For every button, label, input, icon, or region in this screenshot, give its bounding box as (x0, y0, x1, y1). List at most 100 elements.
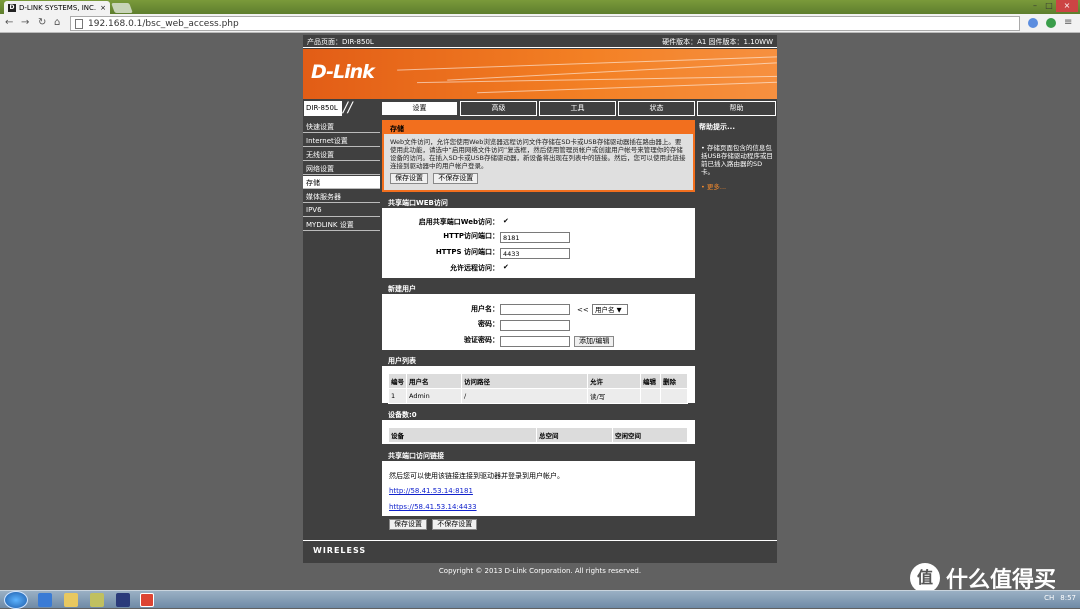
help-text: • 存储页面包含的信息包括USB存储驱动程序或目前已插入路由器的SD卡。 (701, 144, 773, 176)
help-more-link[interactable]: • 更多... (697, 178, 777, 194)
select-value: 用户名 (595, 306, 615, 314)
address-bar[interactable]: 192.168.0.1/bsc_web_access.php (70, 16, 1020, 31)
delete-cell[interactable] (660, 388, 688, 404)
tab-help[interactable]: 帮助 (697, 101, 776, 116)
table-header: 用户名 (406, 373, 462, 389)
web-access-box: 共享端口WEB访问 启用共享端口Web访问： ✔ HTTP访问端口： HTTPS… (382, 196, 695, 278)
sidebar: 快速设置 Internet设置 无线设置 网络设置 存储 媒体服务器 IPV6 … (303, 120, 380, 232)
maximize-icon[interactable]: □ (1042, 0, 1056, 12)
table-header: 设备 (388, 427, 537, 443)
help-more-label: 更多... (706, 183, 727, 191)
home-icon[interactable]: ⌂ (54, 17, 60, 28)
browser-tab-bar: D D-LINK SYSTEMS, INC. × – □ × (0, 0, 1080, 14)
tab-status[interactable]: 状态 (618, 101, 695, 116)
https-port-input[interactable] (500, 248, 570, 259)
storage-description: Web文件访问，允许您使用Web浏览器远程访问文件存储在SD卡或USB存储驱动器… (390, 138, 686, 170)
sidebar-item-quick-setup[interactable]: 快速设置 (303, 120, 380, 133)
table-cell: 读/写 (587, 388, 641, 404)
language-indicator[interactable]: CH (1044, 594, 1054, 602)
section-title: 共享端口WEB访问 (382, 196, 695, 208)
photoshop-icon[interactable] (116, 593, 130, 607)
help-title: 帮助提示... (699, 123, 735, 131)
storage-intro-box: 存储 Web文件访问，允许您使用Web浏览器远程访问文件存储在SD卡或USB存储… (382, 120, 695, 192)
window-controls: – □ × (1028, 0, 1078, 12)
sidebar-item-media-server[interactable]: 媒体服务器 (303, 190, 380, 203)
password-input[interactable] (500, 320, 570, 331)
new-tab-button[interactable] (111, 3, 133, 13)
tab-setup[interactable]: 设置 (381, 101, 458, 116)
router-page: 产品页面：DIR-850L 硬件版本：A1 固件版本：1.10WW D-Link… (303, 35, 777, 563)
confirm-password-input[interactable] (500, 336, 570, 347)
table-cell: Admin (406, 388, 462, 404)
sidebar-item-ipv6[interactable]: IPV6 (303, 204, 380, 217)
tab-advanced[interactable]: 高级 (460, 101, 537, 116)
http-port-input[interactable] (500, 232, 570, 243)
page-icon (75, 18, 83, 29)
start-button[interactable] (4, 591, 28, 609)
confirm-password-label: 验证密码： (464, 336, 499, 344)
dlink-banner: D-Link (303, 49, 777, 99)
username-label: 用户名： (471, 305, 499, 313)
tab-title: D-LINK SYSTEMS, INC. (19, 3, 97, 12)
system-tray: CH 8:57 (1044, 594, 1076, 602)
sidebar-item-storage[interactable]: 存储 (303, 176, 380, 189)
http-access-link[interactable]: http://58.41.53.14:8181 (389, 487, 473, 495)
clock[interactable]: 8:57 (1060, 594, 1076, 602)
table-header-row: 设备 总空间 空闲空间 (388, 427, 688, 443)
sidebar-item-internet[interactable]: Internet设置 (303, 134, 380, 147)
add-edit-button[interactable]: 添加/编辑 (574, 336, 615, 347)
save-settings-button[interactable]: 保存设置 (390, 173, 428, 184)
extension-icon[interactable] (1028, 18, 1038, 28)
sidebar-item-wireless[interactable]: 无线设置 (303, 148, 380, 161)
https-access-link[interactable]: https://58.41.53.14:4433 (389, 503, 477, 511)
table-row: 1 Admin / 读/写 (388, 388, 688, 404)
tab-close-icon[interactable]: × (100, 4, 106, 12)
tab-tools[interactable]: 工具 (539, 101, 616, 116)
sidebar-item-network[interactable]: 网络设置 (303, 162, 380, 175)
section-title: 存储 (384, 122, 693, 134)
copyright: Copyright © 2013 D-Link Corporation. All… (438, 567, 642, 575)
password-label: 密码： (478, 320, 499, 328)
devices-box: 设备数:0 设备 总空间 空闲空间 (382, 408, 695, 444)
slash-decoration: // (343, 100, 353, 116)
media-icon[interactable] (90, 593, 104, 607)
edit-cell[interactable] (640, 388, 661, 404)
back-icon[interactable]: ← (5, 17, 13, 28)
taskbar: CH 8:57 (0, 590, 1080, 609)
menu-icon[interactable]: ≡ (1064, 17, 1072, 28)
table-header: 删除 (660, 373, 688, 389)
device-table: 设备 总空间 空闲空间 (388, 427, 688, 443)
username-select[interactable]: 用户名 ▼ (592, 304, 628, 315)
minimize-icon[interactable]: – (1028, 0, 1042, 12)
chrome-icon[interactable] (140, 593, 154, 607)
access-links-box: 共享端口访问链接 然后您可以使用该链接连接到驱动器并登录到用户帐户。 http:… (382, 449, 695, 516)
sidebar-item-mydlink[interactable]: MYDLINK 设置 (303, 218, 380, 231)
https-port-label: HTTPS 访问端口： (435, 248, 499, 256)
browser-toolbar: ← → ↻ ⌂ 192.168.0.1/bsc_web_access.php ≡ (0, 14, 1080, 33)
dont-save-button[interactable]: 不保存设置 (432, 519, 478, 530)
table-header: 编辑 (640, 373, 661, 389)
reload-icon[interactable]: ↻ (38, 17, 46, 28)
table-header: 允许 (587, 373, 641, 389)
username-input[interactable] (500, 304, 570, 315)
remote-access-checkbox[interactable]: ✔ (503, 264, 510, 271)
version-info: 硬件版本：A1 固件版本：1.10WW (662, 38, 773, 46)
product-page-label: 产品页面：DIR-850L (307, 38, 374, 46)
url-text: 192.168.0.1/bsc_web_access.php (88, 18, 239, 29)
extension-icon[interactable] (1046, 18, 1056, 28)
close-window-icon[interactable]: × (1056, 0, 1078, 12)
help-panel: 帮助提示... • 存储页面包含的信息包括USB存储驱动程序或目前已插入路由器的… (697, 120, 777, 475)
enable-web-access-checkbox[interactable]: ✔ (503, 218, 510, 225)
dont-save-button[interactable]: 不保存设置 (433, 173, 479, 184)
table-header-row: 编号 用户名 访问路径 允许 编辑 删除 (388, 373, 688, 389)
links-description: 然后您可以使用该链接连接到驱动器并登录到用户帐户。 (389, 472, 564, 480)
forward-icon[interactable]: → (21, 17, 29, 28)
ie-icon[interactable] (38, 593, 52, 607)
save-settings-button[interactable]: 保存设置 (389, 519, 427, 530)
main-tabs: DIR-850L // 设置 高级 工具 状态 帮助 (303, 100, 777, 117)
bottom-buttons: 保存设置 不保存设置 (389, 519, 478, 530)
section-title: 新建用户 (382, 282, 695, 294)
browser-tab[interactable]: D D-LINK SYSTEMS, INC. × (4, 1, 110, 14)
explorer-icon[interactable] (64, 593, 78, 607)
user-table: 编号 用户名 访问路径 允许 编辑 删除 1 Admin / 读/写 (388, 373, 688, 404)
